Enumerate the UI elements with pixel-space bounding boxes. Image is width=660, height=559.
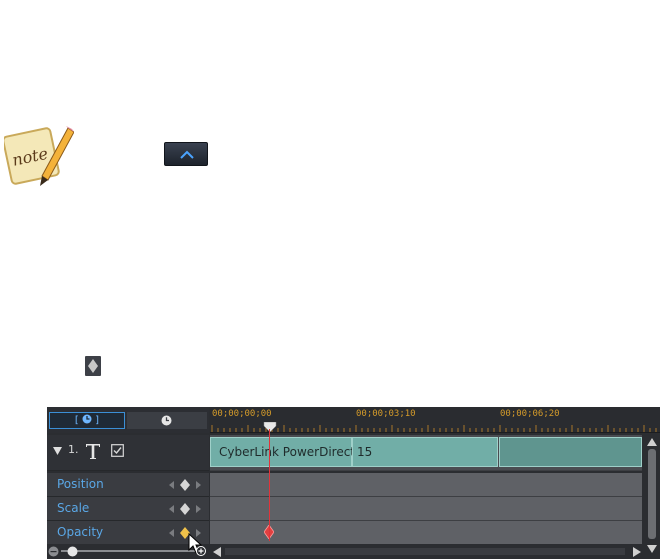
next-keyframe-icon[interactable] bbox=[196, 505, 201, 513]
playhead-marker-icon[interactable] bbox=[263, 422, 277, 433]
attribute-track[interactable] bbox=[210, 497, 642, 521]
ruler-timecode: 00;00;03;10 bbox=[356, 409, 416, 419]
ruler-ticks bbox=[211, 425, 657, 432]
horizontal-scrollbar[interactable] bbox=[225, 548, 625, 555]
tab-keyframe-view[interactable]: [ ] bbox=[49, 412, 125, 429]
ruler-timecode: 00;00;00;00 bbox=[212, 409, 272, 419]
timeline-ruler[interactable]: 00;00;00;00 00;00;03;10 00;00;06;20 bbox=[210, 407, 660, 433]
clip-label: CyberLink PowerDirector bbox=[219, 445, 368, 459]
keyframe-diamond-icon bbox=[88, 359, 98, 373]
previous-keyframe-icon[interactable] bbox=[169, 529, 174, 537]
chevron-up-icon bbox=[180, 150, 194, 159]
attribute-row-scale: Scale bbox=[47, 497, 660, 521]
tab-time-view[interactable] bbox=[127, 412, 207, 429]
zoom-slider[interactable] bbox=[61, 550, 201, 552]
previous-keyframe-icon[interactable] bbox=[169, 505, 174, 513]
title-clip[interactable]: 15 bbox=[352, 437, 498, 467]
scroll-down-icon[interactable] bbox=[647, 545, 657, 553]
attribute-track[interactable] bbox=[210, 521, 642, 545]
next-keyframe-icon[interactable] bbox=[196, 481, 201, 489]
zoom-out-icon[interactable] bbox=[48, 546, 59, 557]
scroll-left-icon[interactable] bbox=[213, 547, 221, 557]
previous-keyframe-icon[interactable] bbox=[169, 481, 174, 489]
track-visibility-checkbox[interactable] bbox=[111, 444, 124, 457]
attribute-label: Scale bbox=[57, 501, 90, 515]
vertical-scroll-thumb[interactable] bbox=[648, 449, 656, 539]
clip-label: 15 bbox=[357, 445, 373, 459]
mouse-cursor-icon bbox=[188, 533, 206, 556]
clock-icon bbox=[82, 414, 92, 424]
attribute-label: Opacity bbox=[57, 525, 104, 539]
ruler-timecode: 00;00;06;20 bbox=[500, 409, 560, 419]
keyframe-nav[interactable] bbox=[167, 502, 203, 516]
add-keyframe-icon[interactable] bbox=[180, 479, 190, 491]
editor-mode-tabs: [ ] bbox=[47, 407, 209, 433]
scroll-up-icon[interactable] bbox=[647, 438, 657, 446]
attribute-row-position: Position bbox=[47, 473, 660, 497]
keyframe-nav[interactable] bbox=[167, 478, 203, 492]
attribute-track[interactable] bbox=[210, 473, 642, 497]
title-text-icon bbox=[86, 444, 100, 459]
keyframe-editor: [ ] 00;00;00;00 00;00;03;10 00;00;06;20 … bbox=[47, 407, 660, 559]
scroll-right-icon[interactable] bbox=[633, 547, 641, 557]
vertical-scrollbar[interactable] bbox=[644, 435, 660, 545]
attribute-label: Position bbox=[57, 477, 104, 491]
track-row: 1. CyberLink PowerDirector 15 bbox=[47, 435, 660, 471]
attribute-row-opacity: Opacity bbox=[47, 521, 660, 545]
playhead-line bbox=[269, 429, 270, 541]
title-clip[interactable]: CyberLink PowerDirector bbox=[210, 437, 367, 467]
track-number: 1. bbox=[68, 443, 79, 456]
zoom-slider-handle[interactable] bbox=[67, 546, 78, 557]
editor-bottom-bar bbox=[47, 544, 660, 559]
clock-icon bbox=[161, 415, 172, 426]
collapse-button[interactable] bbox=[164, 142, 208, 166]
title-clip[interactable] bbox=[499, 437, 642, 467]
expand-triangle-icon[interactable] bbox=[53, 447, 62, 455]
add-keyframe-icon[interactable] bbox=[180, 503, 190, 515]
keyframe-button[interactable] bbox=[85, 356, 101, 376]
note-icon: note bbox=[4, 126, 74, 186]
